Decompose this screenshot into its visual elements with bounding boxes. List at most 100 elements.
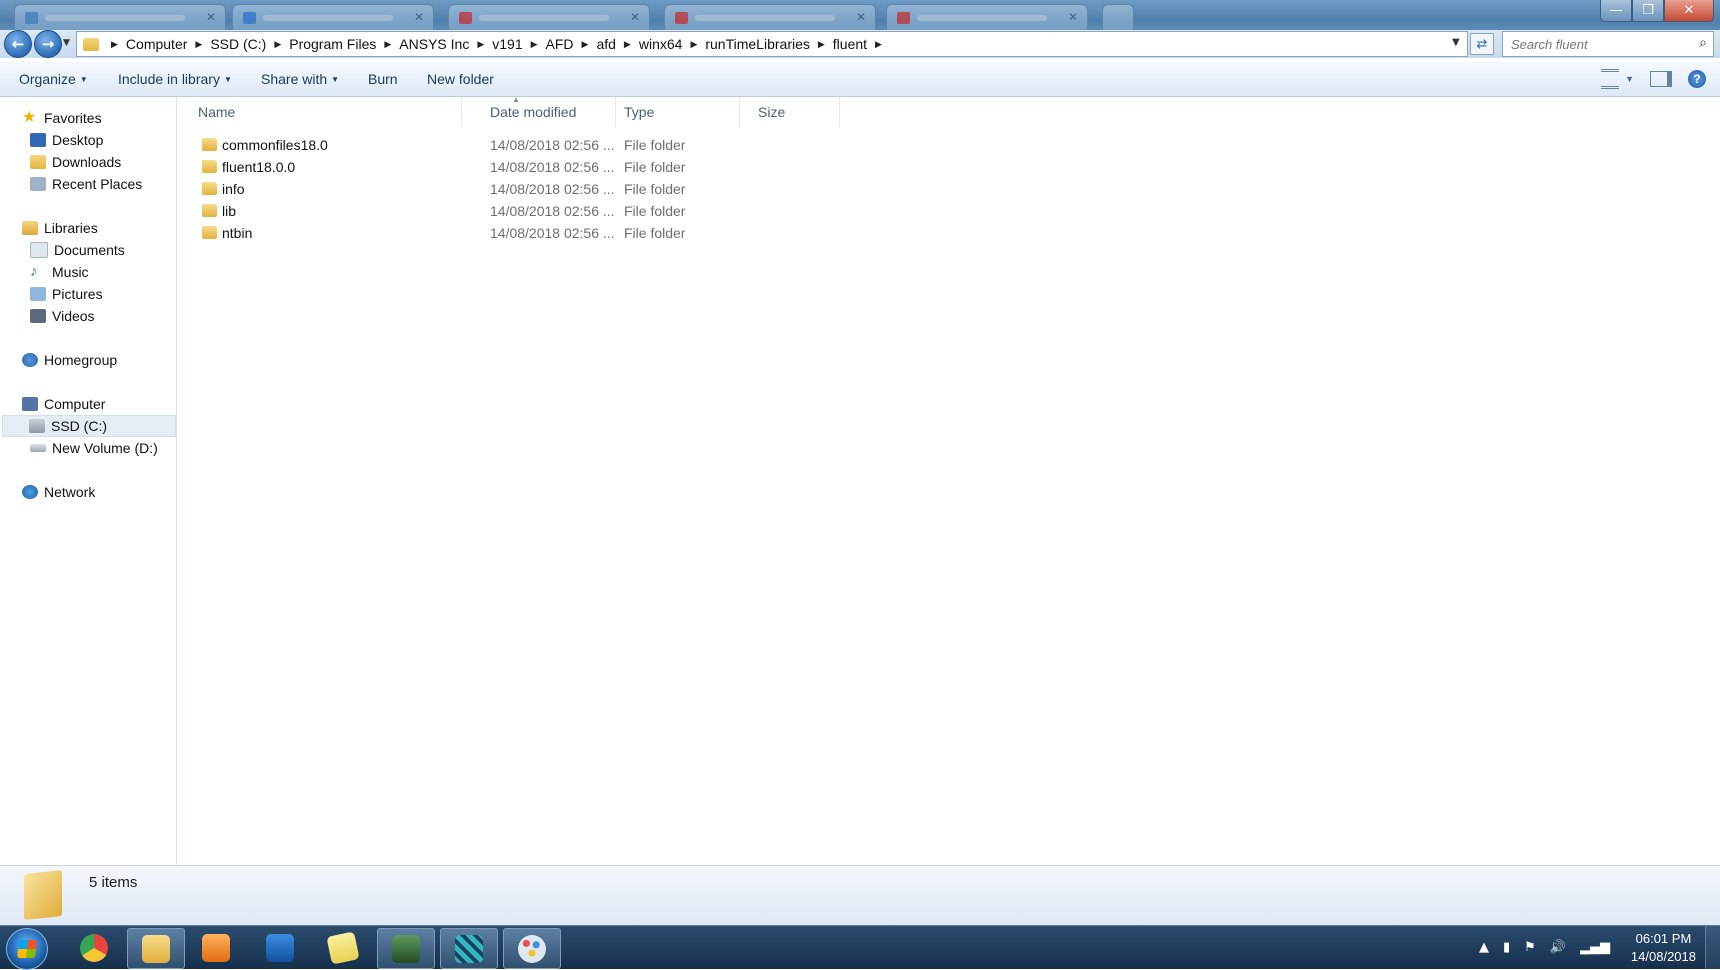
nav-network[interactable]: Network bbox=[22, 481, 95, 503]
file-row[interactable]: info 14/08/2018 02:56 ... File folder bbox=[178, 178, 878, 200]
tab-favicon bbox=[897, 12, 910, 24]
nav-pictures[interactable]: Pictures bbox=[30, 283, 103, 305]
nav-label: New Volume (D:) bbox=[52, 440, 158, 456]
taskbar-app-chrome[interactable] bbox=[66, 928, 122, 967]
minimize-button[interactable]: — bbox=[1600, 0, 1632, 22]
grid-app-icon bbox=[455, 934, 483, 963]
nav-libraries[interactable]: Libraries bbox=[22, 217, 98, 239]
breadcrumb-separator-icon[interactable]: ▶ bbox=[875, 39, 882, 50]
nav-homegroup[interactable]: Homegroup bbox=[22, 349, 117, 371]
include-in-library-button[interactable]: Include in library ▼ bbox=[118, 71, 232, 87]
breadcrumb-separator-icon[interactable]: ▶ bbox=[624, 39, 631, 50]
breadcrumb-ansys-inc[interactable]: ANSYS Inc bbox=[399, 36, 469, 52]
nav-desktop[interactable]: Desktop bbox=[30, 129, 103, 151]
refresh-button[interactable]: ⇄ bbox=[1470, 33, 1494, 55]
file-row[interactable]: fluent18.0.0 14/08/2018 02:56 ... File f… bbox=[178, 156, 878, 178]
breadcrumb-runtimelibraries[interactable]: runTimeLibraries bbox=[705, 36, 810, 52]
breadcrumb-afd[interactable]: afd bbox=[596, 36, 615, 52]
file-date: 14/08/2018 02:56 ... bbox=[490, 225, 615, 241]
breadcrumb-ssd[interactable]: SSD (C:) bbox=[210, 36, 266, 52]
battery-icon[interactable]: ▮ bbox=[1503, 940, 1510, 955]
drive-icon bbox=[30, 444, 46, 452]
breadcrumb-computer[interactable]: Computer bbox=[126, 36, 187, 52]
column-header-size[interactable]: Size bbox=[752, 97, 840, 127]
forward-button[interactable]: → bbox=[34, 30, 62, 58]
volume-icon[interactable]: 🔊 bbox=[1550, 940, 1566, 955]
taskbar-app-grid[interactable] bbox=[440, 928, 498, 969]
breadcrumb-separator-icon[interactable]: ▶ bbox=[582, 39, 589, 50]
windows-logo-icon bbox=[17, 940, 37, 958]
share-with-button[interactable]: Share with ▼ bbox=[261, 71, 339, 87]
maximize-button[interactable]: ❐ bbox=[1632, 0, 1664, 22]
breadcrumb-separator-icon[interactable]: ▶ bbox=[274, 39, 281, 50]
breadcrumb-separator-icon[interactable]: ▶ bbox=[690, 39, 697, 50]
recent-locations-dropdown[interactable]: ▼ bbox=[63, 38, 70, 48]
file-name: ntbin bbox=[222, 225, 253, 241]
search-input[interactable] bbox=[1509, 33, 1688, 55]
nav-recent-places[interactable]: Recent Places bbox=[30, 173, 142, 195]
preview-pane-icon[interactable] bbox=[1650, 71, 1672, 87]
breadcrumb-program-files[interactable]: Program Files bbox=[289, 36, 376, 52]
taskbar-app-sticky-notes[interactable] bbox=[315, 928, 371, 967]
breadcrumb-separator-icon[interactable]: ▶ bbox=[477, 39, 484, 50]
column-header-type[interactable]: Type bbox=[618, 97, 740, 127]
file-row[interactable]: ntbin 14/08/2018 02:56 ... File folder bbox=[178, 222, 878, 244]
window-tab[interactable]: ✕ bbox=[232, 4, 434, 31]
show-hidden-icons-icon[interactable]: ▲ bbox=[1479, 940, 1489, 955]
organize-button[interactable]: Organize ▼ bbox=[19, 71, 88, 87]
close-tab-icon[interactable]: ✕ bbox=[1068, 10, 1078, 24]
taskbar-app-outlook[interactable] bbox=[252, 928, 308, 967]
back-button[interactable]: ← bbox=[4, 30, 32, 58]
close-button[interactable]: ✕ bbox=[1664, 0, 1714, 22]
start-button[interactable] bbox=[6, 928, 48, 970]
window-tab[interactable]: ✕ bbox=[664, 4, 876, 31]
action-center-flag-icon[interactable]: ⚑ bbox=[1524, 940, 1536, 955]
address-bar[interactable]: ▶ Computer ▶ SSD (C:) ▶ Program Files ▶ ANS… bbox=[76, 31, 1468, 57]
file-row[interactable]: lib 14/08/2018 02:56 ... File folder bbox=[178, 200, 878, 222]
change-view-icon[interactable] bbox=[1601, 69, 1620, 89]
breadcrumb-v191[interactable]: v191 bbox=[492, 36, 522, 52]
taskbar-app-paint[interactable] bbox=[503, 928, 561, 969]
breadcrumb-separator-icon[interactable]: ▶ bbox=[384, 39, 391, 50]
nav-downloads[interactable]: Downloads bbox=[30, 151, 121, 173]
clock[interactable]: 06:01 PM 14/08/2018 bbox=[1631, 930, 1696, 966]
burn-button[interactable]: Burn bbox=[368, 71, 398, 87]
show-desktop-button[interactable] bbox=[1705, 926, 1720, 969]
address-history-dropdown[interactable]: ▼ bbox=[1452, 37, 1460, 48]
nav-favorites[interactable]: ★ Favorites bbox=[22, 107, 102, 129]
breadcrumb-afd-upper[interactable]: AFD bbox=[546, 36, 574, 52]
view-options-dropdown[interactable]: ▼ bbox=[1625, 74, 1634, 84]
close-tab-icon[interactable]: ✕ bbox=[856, 10, 866, 24]
new-folder-button[interactable]: New folder bbox=[427, 71, 494, 87]
breadcrumb-separator-icon[interactable]: ▶ bbox=[195, 39, 202, 50]
recent-places-icon bbox=[30, 177, 46, 191]
new-tab-button[interactable] bbox=[1102, 4, 1134, 31]
breadcrumb-separator-icon[interactable]: ▶ bbox=[531, 39, 538, 50]
search-icon[interactable]: ⌕ bbox=[1699, 35, 1707, 51]
column-header-date-modified[interactable]: Date modified bbox=[484, 97, 616, 127]
help-icon[interactable]: ? bbox=[1688, 70, 1706, 88]
nav-documents[interactable]: Documents bbox=[30, 239, 125, 261]
nav-music[interactable]: ♪ Music bbox=[30, 261, 89, 283]
search-box[interactable]: ⌕ bbox=[1502, 31, 1714, 57]
window-tab[interactable]: ✕ bbox=[448, 4, 650, 31]
breadcrumb-separator-icon[interactable]: ▶ bbox=[111, 39, 118, 50]
nav-videos[interactable]: Videos bbox=[30, 305, 95, 327]
taskbar-app-media-player[interactable] bbox=[188, 928, 244, 967]
nav-ssd-c[interactable]: SSD (C:) bbox=[2, 415, 176, 437]
taskbar-app-explorer[interactable] bbox=[127, 928, 185, 969]
close-tab-icon[interactable]: ✕ bbox=[630, 10, 640, 24]
breadcrumb-fluent[interactable]: fluent bbox=[833, 36, 867, 52]
column-header-name[interactable]: Name bbox=[192, 97, 462, 127]
nav-new-volume-d[interactable]: New Volume (D:) bbox=[30, 437, 158, 459]
window-tab[interactable]: ✕ bbox=[886, 4, 1088, 31]
breadcrumb-winx64[interactable]: winx64 bbox=[639, 36, 683, 52]
close-tab-icon[interactable]: ✕ bbox=[206, 10, 216, 24]
close-tab-icon[interactable]: ✕ bbox=[414, 10, 424, 24]
window-tab[interactable]: ✕ bbox=[14, 4, 226, 31]
network-signal-icon[interactable]: ▂▄▆ bbox=[1580, 940, 1610, 955]
file-row[interactable]: commonfiles18.0 14/08/2018 02:56 ... Fil… bbox=[178, 134, 878, 156]
breadcrumb-separator-icon[interactable]: ▶ bbox=[818, 39, 825, 50]
taskbar-app-terminal[interactable] bbox=[377, 928, 435, 969]
nav-computer[interactable]: Computer bbox=[22, 393, 105, 415]
